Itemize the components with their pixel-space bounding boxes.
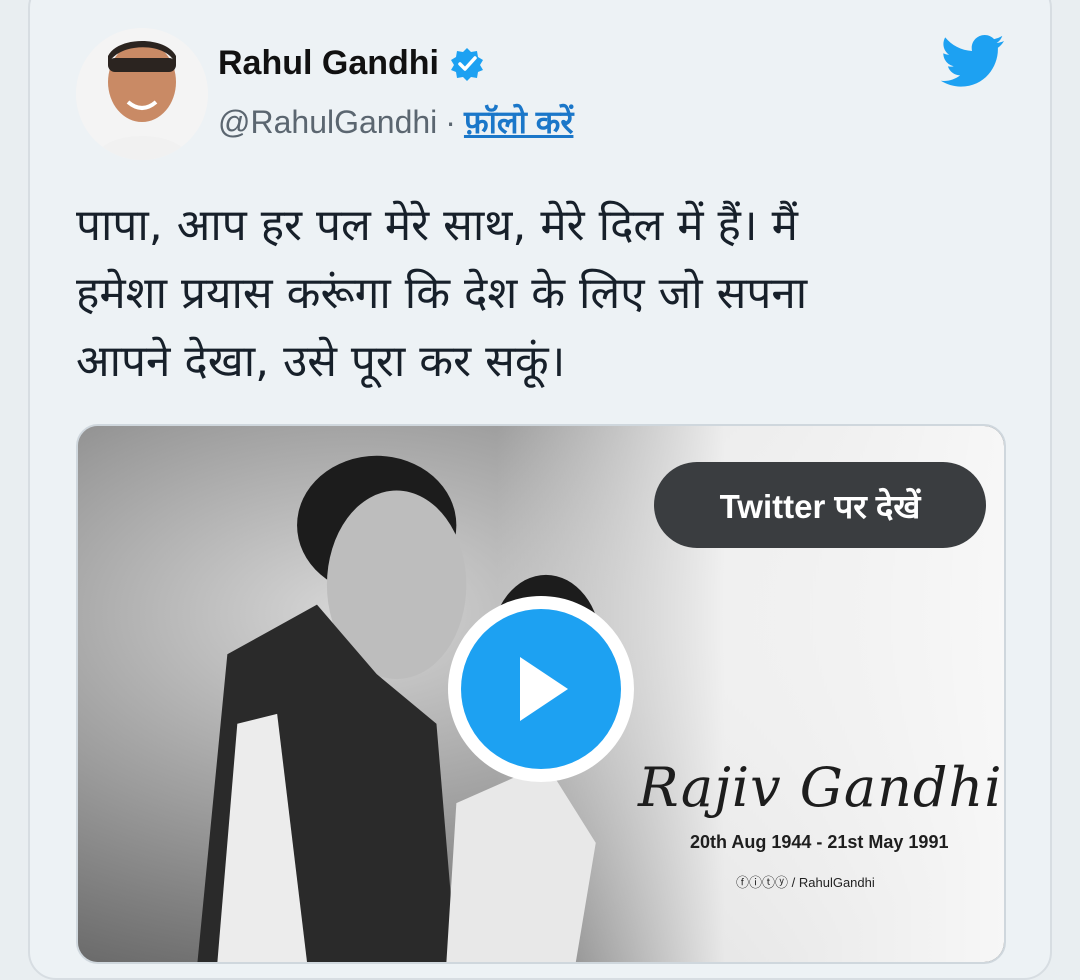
social-handle-row: ⓕⓘⓣⓨ / RahulGandhi [736,872,875,891]
view-on-twitter-button[interactable]: Twitter पर देखें [654,462,986,548]
video-media[interactable]: Twitter पर देखें Rajiv Gandhi 20th Aug 1… [76,424,1006,964]
tweet-line: हमेशा प्रयास करूंगा कि देश के लिए जो सपन… [76,268,808,319]
social-icons: ⓕⓘⓣⓨ [736,875,789,890]
user-name[interactable]: Rahul Gandhi [218,44,439,83]
user-handle[interactable]: @RahulGandhi [218,104,437,141]
signature-text: Rajiv Gandhi [638,756,1003,819]
play-icon [520,657,568,721]
life-dates: 20th Aug 1944 - 21st May 1991 [690,832,949,852]
verified-badge-icon [451,47,483,81]
handle-row: @RahulGandhi · फ़ॉलो करें [218,100,573,143]
social-handle: / RahulGandhi [791,875,875,890]
user-name-row[interactable]: Rahul Gandhi [218,44,485,83]
tweet-line: आपने देखा, उसे पूरा कर सकूं। [76,336,566,387]
separator-dot: · [445,104,456,140]
twitter-bird-icon[interactable] [940,34,1006,88]
play-button[interactable] [448,596,634,782]
tweet-line: पापा, आप हर पल मेरे साथ, मेरे दिल में है… [76,200,798,251]
avatar[interactable] [76,28,208,160]
tweet-text: पापा, आप हर पल मेरे साथ, मेरे दिल में है… [76,192,1016,396]
follow-link[interactable]: फ़ॉलो करें [464,100,574,143]
